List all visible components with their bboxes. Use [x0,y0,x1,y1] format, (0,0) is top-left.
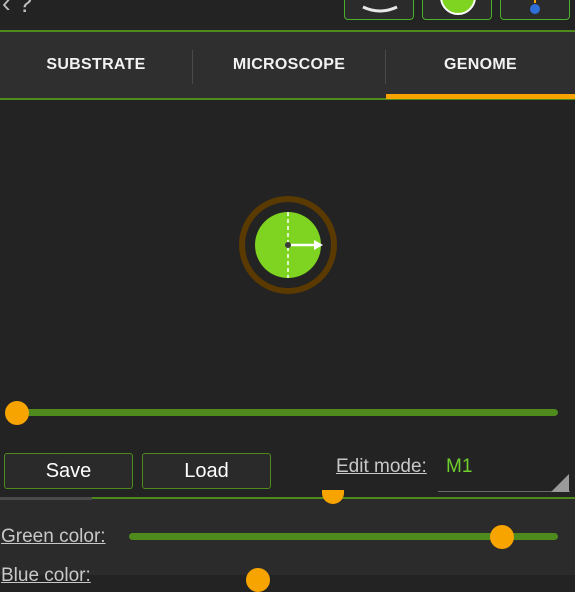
cell-preview [239,196,337,294]
edit-mode-select[interactable]: M1 [446,456,472,478]
tab-substrate[interactable]: SUBSTRATE [0,32,192,98]
cell-tool-button[interactable] [422,0,492,20]
dropper-tool-button[interactable] [500,0,570,20]
scroll-edge [0,497,92,500]
dropper-icon [530,0,540,14]
top-toolbar: ‹ ? [0,0,575,30]
cell-preview-canvas [0,100,575,400]
active-tab-indicator [386,94,575,99]
dish-tool-button[interactable] [344,0,414,20]
cell-center [285,242,291,248]
save-button[interactable]: Save [4,453,133,489]
green-color-label: Green color: [1,526,106,547]
main-slider-track[interactable] [17,409,558,416]
tab-bar: SUBSTRATE MICROSCOPE GENOME [0,30,575,100]
red-slider-thumb[interactable] [322,490,344,504]
blue-color-label: Blue color: [1,565,91,586]
tab-microscope[interactable]: MICROSCOPE [193,32,385,98]
main-slider-thumb[interactable] [5,401,29,425]
back-icon[interactable]: ‹ ? [2,0,32,19]
cell-icon [440,0,476,15]
dish-icon [362,5,398,13]
edit-mode-label: Edit mode: [336,456,427,477]
tab-genome[interactable]: GENOME [386,32,575,98]
blue-slider-thumb[interactable] [245,568,270,592]
load-button[interactable]: Load [142,453,271,489]
dropdown-arrow-icon[interactable] [551,474,569,492]
